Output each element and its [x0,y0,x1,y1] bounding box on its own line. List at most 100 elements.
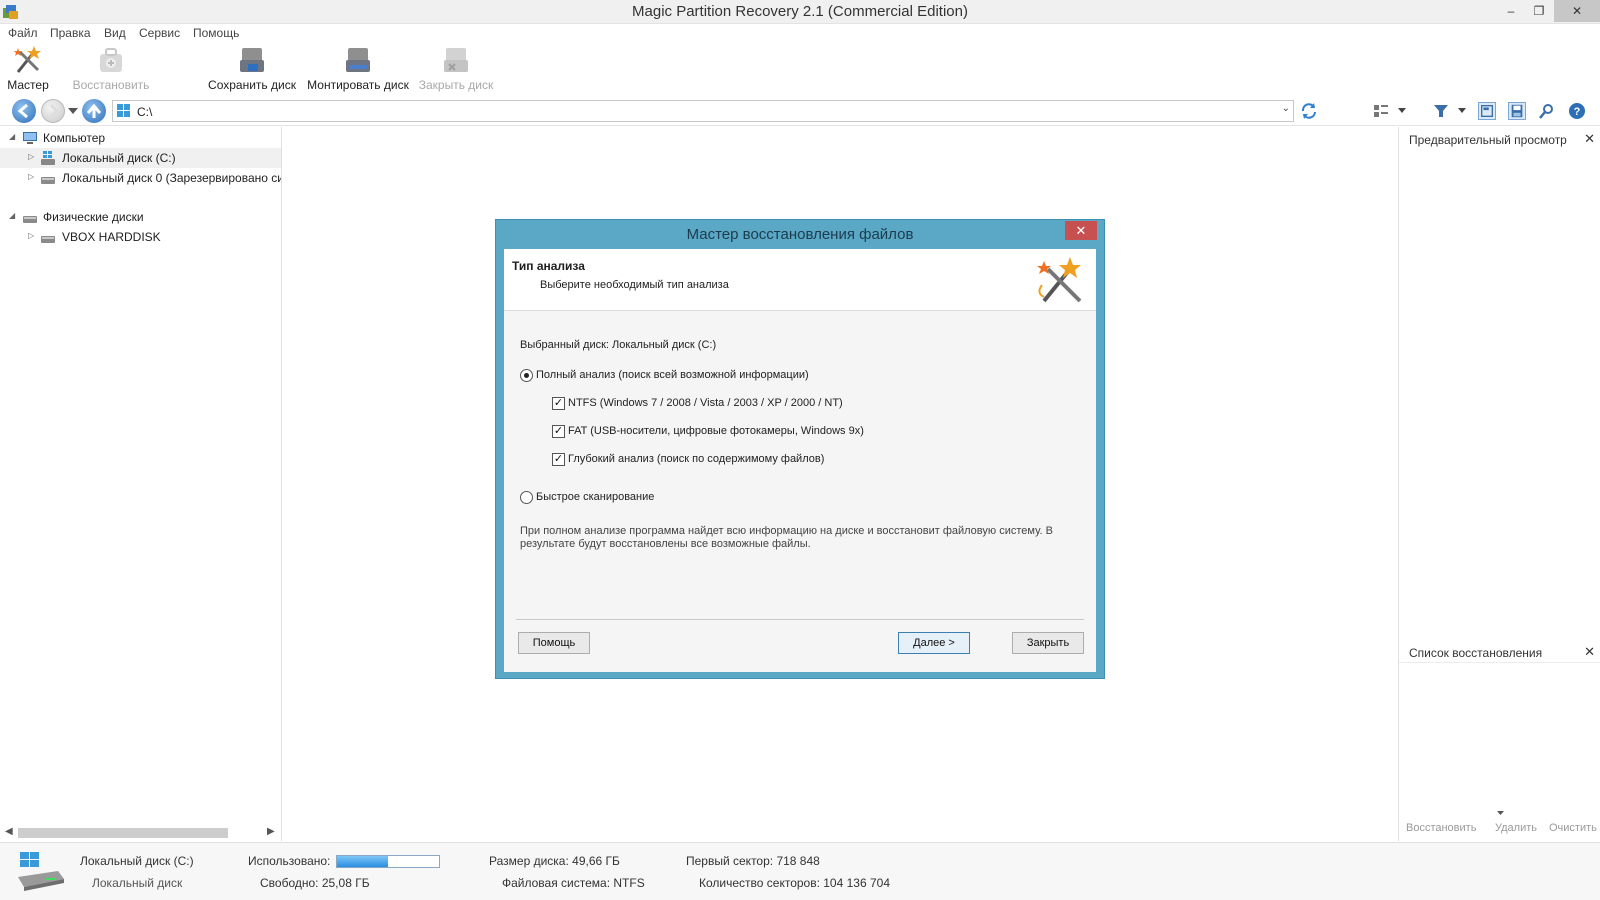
collapse-arrow-icon[interactable] [1497,811,1504,815]
tree-item-vbox-harddisk[interactable]: ▷ VBOX HARDDISK [0,227,281,247]
windows-drive-icon [41,151,55,165]
next-button[interactable]: Далее > [898,632,970,654]
ntfs-label[interactable]: NTFS (Windows 7 / 2008 / Vista / 2003 / … [568,397,843,409]
back-button[interactable] [12,99,36,123]
close-disk-button[interactable]: Закрыть диск [416,44,496,96]
close-window-button[interactable]: ✕ [1554,0,1600,22]
drive-icon [41,177,55,184]
wizard-wand-icon [1037,257,1082,303]
description-line-1: При полном анализе программа найдет всю … [520,525,1053,537]
toolbar: Мастер Восстановить Сохранить диск Монти… [0,42,1600,96]
scroll-right-icon[interactable]: ▶ [267,826,275,837]
help-button[interactable]: Помощь [518,632,590,654]
save-disk-button[interactable]: Сохранить диск [206,44,298,96]
filter-dropdown-icon[interactable] [1458,108,1466,113]
status-disk-name: Локальный диск (C:) [80,854,194,868]
close-restore-list-icon[interactable]: ✕ [1584,644,1595,660]
filter-icon[interactable] [1432,102,1450,120]
fat-checkbox[interactable]: ✓ [552,425,565,438]
mount-disk-label: Монтировать диск [307,78,409,92]
local-disk-icon [18,852,64,891]
deep-analysis-checkbox[interactable]: ✓ [552,453,565,466]
close-disk-label: Закрыть диск [418,78,494,92]
full-analysis-radio[interactable] [520,369,533,382]
restore-list-clear-button[interactable]: Очистить [1549,822,1597,834]
minimize-button[interactable]: – [1496,0,1526,22]
view-mode-icon[interactable] [1372,102,1390,120]
used-space-fill [337,856,388,867]
menu-view[interactable]: Вид [104,26,126,40]
history-dropdown-icon[interactable] [68,108,78,114]
preview-title: Предварительный просмотр [1409,133,1567,147]
horizontal-scrollbar[interactable]: ◀ ▶ [0,825,281,841]
tree-label: Компьютер [43,131,106,145]
drive-icon [117,104,130,117]
up-arrow-icon [86,103,102,118]
close-preview-icon[interactable]: ✕ [1584,131,1595,147]
tree-label: Локальный диск (C:) [62,151,176,165]
dialog-separator [516,619,1084,620]
menu-file[interactable]: Файл [8,26,38,40]
mount-disk-button[interactable]: Монтировать диск [304,44,412,96]
status-sector-count: Количество секторов: 104 136 704 [699,876,890,890]
collapse-icon[interactable]: ◢ [9,211,15,220]
restore-button[interactable]: ❐ [1524,0,1554,22]
scrollbar-thumb[interactable] [18,828,228,838]
status-bar: Локальный диск (C:) Локальный диск Испол… [0,842,1600,900]
tree-item-computer[interactable]: ◢ Компьютер [0,128,281,148]
menu-help[interactable]: Помощь [193,26,239,40]
quick-scan-radio[interactable] [520,491,533,504]
fat-label[interactable]: FAT (USB-носители, цифровые фотокамеры, … [568,425,864,437]
help-icon[interactable]: ? [1568,102,1586,120]
recovery-list-icon[interactable] [1508,102,1526,120]
restore-list-title: Список восстановления [1409,646,1543,660]
dialog-title: Мастер восстановления файлов [686,226,914,243]
dialog-heading: Тип анализа [512,259,585,273]
tree-item-local-disk-c[interactable]: ▷ Локальный диск (C:) [0,148,281,168]
expand-icon[interactable]: ▷ [28,231,34,240]
view-mode-dropdown-icon[interactable] [1398,108,1406,113]
dialog-header: Тип анализа Выберите необходимый тип ана… [504,249,1096,311]
menu-edit[interactable]: Правка [50,26,91,40]
right-panel: Предварительный просмотр ✕ Список восста… [1398,127,1600,841]
wizard-label: Мастер [7,78,49,92]
recovery-wizard-dialog: Мастер восстановления файлов ✕ Тип анали… [495,219,1105,679]
tree-item-local-disk-0[interactable]: ▷ Локальный диск 0 (Зарезервировано сист… [0,168,281,188]
preview-panel-icon[interactable] [1478,102,1496,120]
wizard-button[interactable]: Мастер [4,44,52,96]
menu-service[interactable]: Сервис [139,26,180,40]
collapse-icon[interactable]: ◢ [9,132,15,141]
expand-icon[interactable]: ▷ [28,152,34,161]
refresh-icon[interactable] [1300,102,1318,120]
tree-label: Физические диски [43,210,144,224]
restore-list-delete-button[interactable]: Удалить [1495,822,1537,834]
dialog-close-text-button[interactable]: Закрыть [1012,632,1084,654]
tree-item-physical-disks[interactable]: ◢ Физические диски [0,207,281,227]
restore-toolbar-button[interactable]: Восстановить [70,44,152,96]
restore-list-restore-button[interactable]: Восстановить [1406,822,1476,834]
quick-scan-label[interactable]: Быстрое сканирование [536,491,654,503]
restore-toolbar-label: Восстановить [72,78,150,92]
drive-icon [23,216,37,223]
save-disk-label: Сохранить диск [208,78,296,92]
dialog-close-button[interactable]: ✕ [1065,221,1097,240]
up-button[interactable] [82,99,106,123]
restore-list-header: Список восстановления ✕ [1399,641,1600,663]
address-dropdown-icon[interactable]: ⌄ [1282,103,1290,114]
status-free: Свободно: 25,08 ГБ [260,876,370,890]
expand-icon[interactable]: ▷ [28,172,34,181]
deep-analysis-label[interactable]: Глубокий анализ (поиск по содержимому фа… [568,453,824,465]
restore-bag-icon [100,48,122,72]
full-analysis-label[interactable]: Полный анализ (поиск всей возможной инфо… [536,369,809,381]
menu-bar: Файл Правка Вид Сервис Помощь [0,24,1600,42]
folder-tree: ◢ Компьютер ▷ Локальный диск (C:) ▷ Лока… [0,127,282,841]
forward-button[interactable] [41,99,65,123]
computer-icon [23,132,37,144]
dialog-body: Тип анализа Выберите необходимый тип ана… [504,249,1096,672]
status-used-label: Использовано: [248,854,331,868]
address-field[interactable]: C:\ ⌄ [112,100,1294,122]
status-disk-size: Размер диска: 49,66 ГБ [489,854,620,868]
scroll-left-icon[interactable]: ◀ [5,826,13,837]
ntfs-checkbox[interactable]: ✓ [552,397,565,410]
search-icon[interactable] [1538,102,1556,120]
